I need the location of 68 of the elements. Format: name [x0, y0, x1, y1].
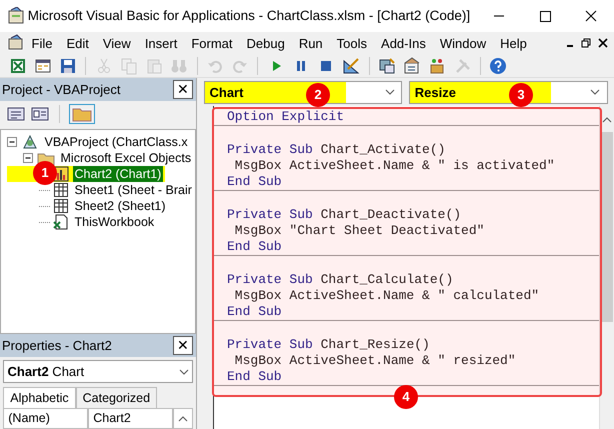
scroll-up-icon[interactable]: [602, 116, 612, 123]
code-line: MsgBox ActiveSheet.Name & " calculated": [234, 288, 540, 304]
code-line: End Sub: [226, 369, 283, 386]
code-line: Option Explicit: [226, 109, 346, 126]
scroll-up-icon[interactable]: [178, 416, 188, 422]
tree-item[interactable]: Sheet2 (Sheet1): [72, 198, 168, 214]
tree-item[interactable]: Sheet1 (Sheet - Brair: [72, 182, 194, 198]
properties-icon[interactable]: [403, 56, 421, 75]
tree-item[interactable]: Microsoft Excel Objects: [58, 150, 194, 166]
pane-title: Project - VBAProject: [2, 80, 120, 99]
tree-item[interactable]: Chart2 (Chart1): [72, 166, 164, 182]
menu-item[interactable]: Edit: [59, 34, 96, 54]
code-line: Private Sub Chart_Calculate(): [226, 272, 454, 288]
code-line: MsgBox ActiveSheet.Name & " resized": [234, 353, 517, 370]
menu-item[interactable]: Tools: [330, 34, 374, 54]
code-line: Private Sub Chart_Resize(): [226, 337, 431, 354]
tree-item[interactable]: ThisWorkbook: [72, 214, 156, 230]
folder-icon[interactable]: [72, 106, 92, 122]
pane-title: Properties - Chart2: [2, 336, 112, 355]
sheet-icon: [53, 198, 70, 214]
menu-item[interactable]: Window: [432, 34, 494, 54]
app-icon: [6, 34, 24, 52]
close-icon[interactable]: [598, 38, 608, 48]
property-name: (Name): [3, 408, 88, 429]
explorer-icon[interactable]: [378, 56, 396, 75]
menu-item[interactable]: Help: [493, 34, 534, 54]
close-button[interactable]: ✕: [172, 80, 193, 99]
tree-item[interactable]: VBAProject (ChartClass.x: [42, 134, 190, 150]
menu-item[interactable]: File: [24, 34, 60, 54]
tab[interactable]: Alphabetic: [3, 386, 76, 408]
code-line: Private Sub Chart_Activate(): [226, 142, 446, 158]
collapse-icon[interactable]: [7, 136, 18, 148]
menu-item[interactable]: Insert: [138, 34, 184, 54]
project-icon: [21, 134, 40, 150]
code-line: End Sub: [226, 174, 283, 190]
view-code-icon[interactable]: [6, 106, 24, 122]
chevron-down-icon[interactable]: [384, 89, 395, 95]
code-line: MsgBox "Chart Sheet Deactivated": [234, 223, 486, 240]
sheet-icon: [53, 182, 70, 198]
close-icon[interactable]: [583, 8, 599, 24]
help-icon[interactable]: [489, 56, 507, 75]
maximize-icon[interactable]: [537, 8, 553, 24]
object-dropdown[interactable]: Chart2 Chart: [3, 360, 193, 384]
menu-item[interactable]: Format: [184, 34, 240, 54]
window-title: Microsoft Visual Basic for Applications - ChartClass.xlsm - [Chart2 (Code)]: [28, 6, 472, 25]
menu-item[interactable]: View: [96, 34, 138, 54]
excel-icon[interactable]: [8, 56, 26, 75]
restore-icon[interactable]: [581, 38, 591, 48]
ruler-icon[interactable]: [342, 56, 360, 75]
box-icon[interactable]: [428, 56, 446, 75]
chevron-down-icon[interactable]: [178, 368, 188, 375]
app-icon: [6, 7, 24, 25]
scrollbar-thumb[interactable]: [602, 132, 612, 322]
chevron-down-icon[interactable]: [590, 89, 600, 95]
code-line: MsgBox ActiveSheet.Name & " is activated": [234, 158, 556, 174]
menu-item[interactable]: Debug: [240, 34, 292, 54]
code-line: Private Sub Chart_Deactivate(): [226, 207, 462, 224]
view-object-icon[interactable]: [31, 106, 49, 122]
workbook-icon: [53, 214, 70, 230]
save-icon[interactable]: [59, 56, 77, 75]
form-icon[interactable]: [34, 56, 52, 75]
menu-item[interactable]: Add-Ins: [374, 34, 433, 54]
code-line: End Sub: [226, 304, 283, 320]
property-value[interactable]: Chart2: [88, 408, 173, 429]
code-line: End Sub: [226, 239, 283, 256]
menu-item[interactable]: Run: [292, 34, 330, 54]
close-button[interactable]: ✕: [172, 336, 193, 355]
collapse-icon[interactable]: [23, 152, 34, 164]
